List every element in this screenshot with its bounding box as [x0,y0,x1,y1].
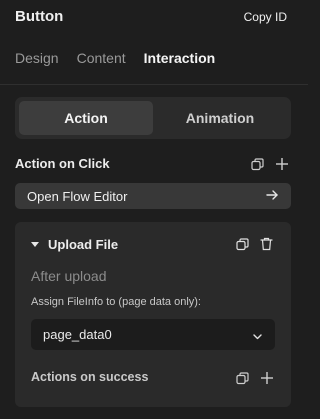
copy-id-button[interactable]: Copy ID [244,10,287,24]
duplicate-icon[interactable] [249,156,265,172]
duplicate-icon[interactable] [234,370,250,386]
panel-header: Button Copy ID [0,0,308,34]
tab-content[interactable]: Content [77,50,126,70]
tab-interaction[interactable]: Interaction [144,50,216,70]
tabs-divider [0,84,308,85]
panel-tabs: Design Content Interaction [15,50,233,70]
page-data-select[interactable]: page_data0 [31,319,275,350]
assign-fileinfo-label: Assign FileInfo to (page data only): [31,296,201,308]
upload-file-action-card: Upload File After upload Assign FileInfo… [15,222,291,407]
open-flow-editor-label: Open Flow Editor [27,189,128,204]
upload-file-header[interactable]: Upload File [31,236,118,252]
panel-title: Button [15,8,64,25]
tab-design[interactable]: Design [15,50,59,70]
actions-on-success-label: Actions on success [31,370,149,384]
plus-icon[interactable] [259,370,275,386]
segment-action[interactable]: Action [19,101,153,135]
plus-icon[interactable] [274,156,290,172]
action-on-click-header: Action on Click [15,155,291,173]
upload-file-title: Upload File [48,236,119,252]
arrow-right-icon [265,188,279,207]
after-upload-heading: After upload [31,268,107,284]
duplicate-icon[interactable] [234,236,250,252]
action-on-click-label: Action on Click [15,156,110,171]
chevron-down-icon [252,329,263,347]
page-data-select-value: page_data0 [43,327,112,342]
caret-down-icon[interactable] [31,241,39,247]
open-flow-editor-button[interactable]: Open Flow Editor [15,183,291,209]
segment-animation[interactable]: Animation [153,101,287,135]
trash-icon[interactable] [258,236,274,252]
action-animation-toggle: Action Animation [15,97,291,139]
